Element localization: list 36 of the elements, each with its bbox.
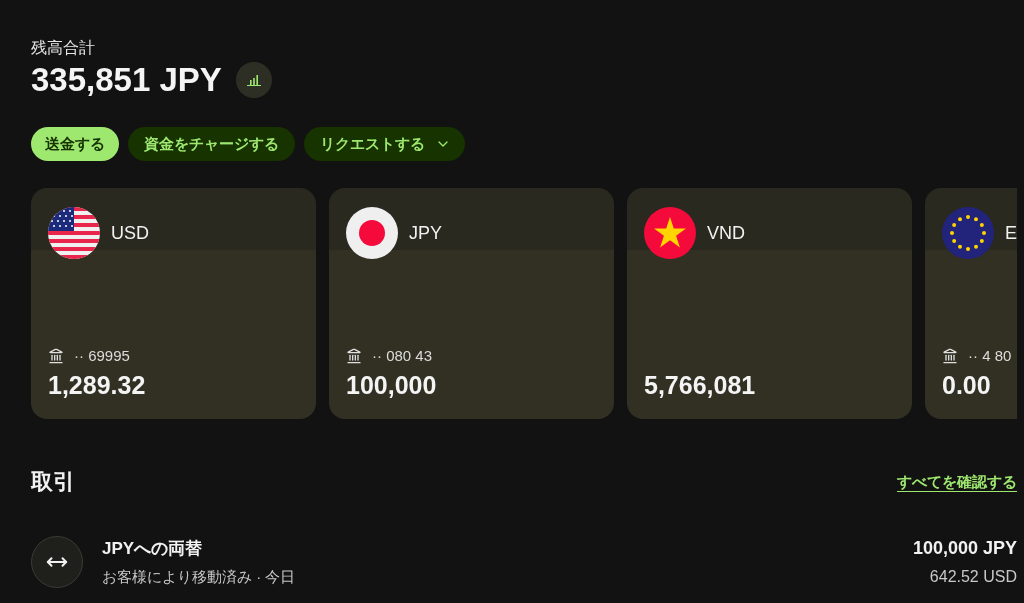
bank-icon bbox=[942, 348, 958, 364]
currency-code: VND bbox=[707, 221, 745, 245]
transaction-title: JPYへの両替 bbox=[102, 538, 203, 559]
flag-icon bbox=[346, 207, 398, 259]
account-balance: 1,289.32 bbox=[48, 370, 146, 400]
transaction-amount: 100,000 JPY bbox=[912, 538, 1017, 559]
converted-amount: 642.52 USD bbox=[929, 567, 1017, 586]
account-balance: 100,000 bbox=[346, 370, 437, 400]
account-card[interactable]: USD ·· 69995 1,289.32 bbox=[31, 188, 316, 419]
send-button[interactable]: 送金する bbox=[31, 127, 119, 161]
transaction-subtitle: お客様により移動済み · 今日 bbox=[102, 567, 296, 586]
account-card[interactable]: VND 5,766,081 bbox=[627, 188, 912, 419]
currency-code: E bbox=[1005, 221, 1017, 245]
account-number: ·· 080 43 bbox=[372, 347, 433, 365]
exchange-arrows-icon bbox=[31, 536, 83, 588]
flag-icon bbox=[942, 207, 994, 259]
currency-code: JPY bbox=[409, 221, 442, 245]
bar-chart-button[interactable] bbox=[235, 62, 272, 98]
bank-icon bbox=[48, 348, 64, 364]
add-funds-button[interactable]: 資金をチャージする bbox=[128, 127, 295, 161]
bar-chart-icon bbox=[246, 74, 261, 86]
account-balance: 5,766,081 bbox=[644, 370, 756, 400]
section-title: 取引 bbox=[31, 468, 75, 496]
account-card[interactable]: E ·· 4 80 0.00 bbox=[925, 188, 1017, 419]
see-all-link[interactable]: すべてを確認する bbox=[897, 472, 1017, 492]
bank-icon bbox=[346, 348, 362, 364]
account-number: ·· 4 80 bbox=[968, 347, 1012, 365]
request-button[interactable]: リクエストする bbox=[304, 127, 465, 161]
flag-icon bbox=[644, 207, 696, 259]
currency-code: USD bbox=[111, 221, 149, 245]
balance-label: 残高合計 bbox=[31, 38, 95, 58]
account-card[interactable]: JPY ·· 080 43 100,000 bbox=[329, 188, 614, 419]
account-balance: 0.00 bbox=[942, 370, 991, 400]
account-number: ·· 69995 bbox=[74, 347, 130, 365]
flag-icon bbox=[48, 207, 100, 259]
total-balance: 335,851 JPY bbox=[31, 60, 222, 100]
